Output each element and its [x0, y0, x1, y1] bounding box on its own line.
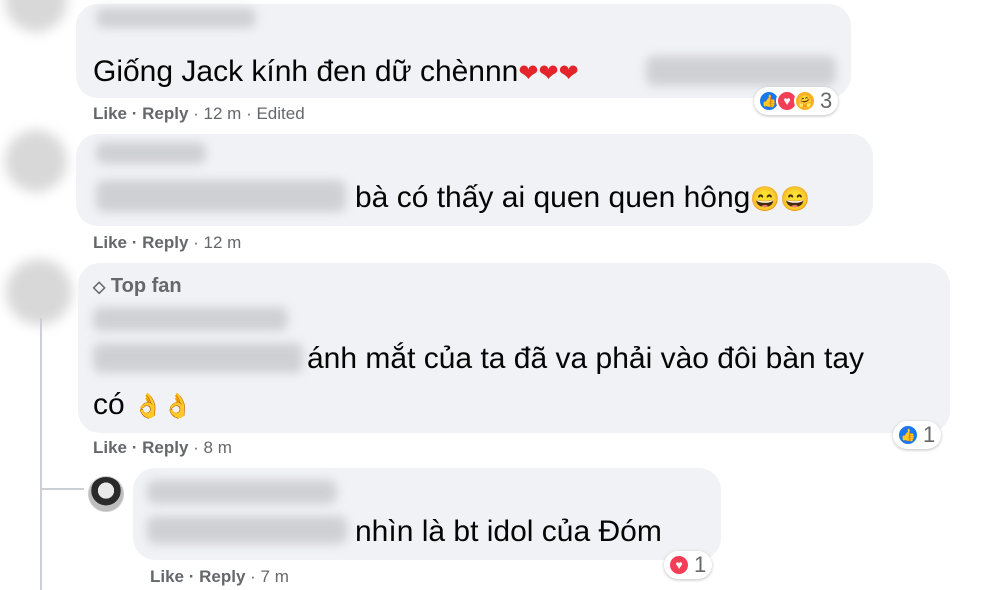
timestamp[interactable]: 12 m: [204, 233, 242, 252]
comment-bubble: ◇ Top fan ánh mắt của ta đã va phải vào …: [78, 263, 950, 433]
diamond-icon: ◇: [93, 279, 106, 296]
timestamp[interactable]: 12 m: [204, 104, 242, 123]
like-link[interactable]: Like: [93, 233, 127, 252]
avatar[interactable]: [88, 476, 124, 512]
timestamp[interactable]: 8 m: [204, 438, 232, 457]
comment-text-line2: có 👌👌: [93, 388, 193, 421]
reaction-count: 1: [923, 422, 936, 447]
like-link[interactable]: Like: [150, 567, 184, 586]
like-icon: 👍: [897, 424, 919, 446]
author-name-redacted[interactable]: [147, 480, 337, 504]
thread-line: [40, 318, 42, 590]
reply-link[interactable]: Reply: [142, 438, 188, 457]
author-name-redacted[interactable]: [96, 8, 256, 28]
comment-actions: Like · Reply · 8 m: [93, 438, 232, 457]
like-link[interactable]: Like: [93, 438, 127, 457]
author-name-redacted[interactable]: [93, 307, 288, 331]
love-icon: ♥: [668, 554, 690, 576]
heart-emoji: ❤❤❤: [518, 60, 579, 87]
redacted-text: [646, 56, 836, 86]
avatar[interactable]: [5, 0, 67, 32]
comment-text: Giống Jack kính đen dữ chènnn❤❤❤: [93, 55, 579, 88]
comment-bubble: Giống Jack kính đen dữ chènnn❤❤❤: [76, 4, 851, 98]
reply-link[interactable]: Reply: [142, 104, 188, 123]
care-icon: 🤗: [794, 90, 816, 112]
reaction-count: 3: [820, 88, 833, 113]
reaction-count: 1: [694, 552, 707, 577]
comment-text: ánh mắt của ta đã va phải vào đôi bàn ta…: [307, 342, 865, 375]
redacted-text: [96, 180, 346, 212]
redacted-text: [93, 343, 303, 373]
reaction-summary[interactable]: 👍 ♥ 🤗 3: [754, 87, 839, 115]
comment-actions: Like · Reply · 12 m · Edited: [93, 104, 305, 123]
avatar[interactable]: [6, 259, 72, 325]
reaction-summary[interactable]: 👍 1: [893, 421, 942, 449]
comment-bubble: bà có thấy ai quen quen hông😄😄: [76, 134, 873, 226]
top-fan-badge[interactable]: ◇ Top fan: [93, 275, 182, 298]
comment-text: nhìn là bt idol của Đóm: [355, 515, 662, 548]
reply-bubble: nhìn là bt idol của Đóm: [133, 468, 721, 560]
comment-actions: Like · Reply · 7 m: [150, 567, 289, 586]
like-link[interactable]: Like: [93, 104, 127, 123]
comment-actions: Like · Reply · 12 m: [93, 233, 242, 252]
author-name-redacted[interactable]: [96, 142, 206, 164]
avatar[interactable]: [5, 130, 67, 192]
edited-label[interactable]: Edited: [256, 104, 304, 123]
redacted-text: [147, 516, 347, 544]
reply-link[interactable]: Reply: [199, 567, 245, 586]
timestamp[interactable]: 7 m: [261, 567, 289, 586]
comment-text: bà có thấy ai quen quen hông😄😄: [355, 181, 811, 214]
thread-line: [40, 488, 84, 490]
reply-link[interactable]: Reply: [142, 233, 188, 252]
grin-emoji: 😄😄: [750, 186, 811, 213]
ok-hand-emoji: 👌👌: [133, 393, 193, 420]
reaction-summary[interactable]: ♥ 1: [664, 551, 713, 579]
